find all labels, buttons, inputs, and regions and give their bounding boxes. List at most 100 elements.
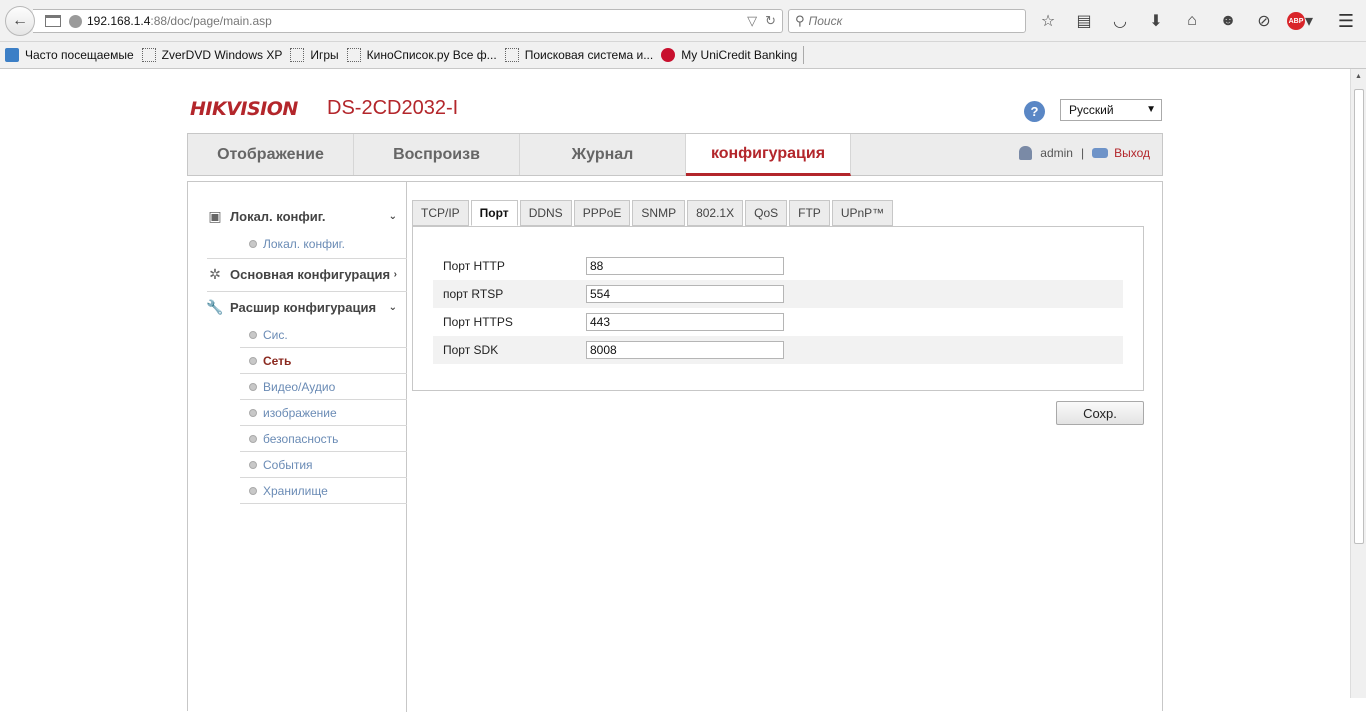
user-area: admin | Выход [1019,146,1150,160]
bookmarks-folder-icon [5,48,19,62]
save-button[interactable]: Сохр. [1056,401,1144,425]
tab-upnp[interactable]: UPnP™ [831,200,894,226]
hamburger-menu-icon[interactable]: ☰ [1334,9,1358,33]
tab-snmp[interactable]: SNMP [632,200,686,226]
tab-playback[interactable]: Воспроизв [354,134,520,175]
network-tabs: TCP/IP Порт DDNS PPPoE SNMP 802.1X QoS F… [412,200,895,226]
rtsp-port-label: порт RTSP [443,287,504,301]
sidebar-group-advanced-config[interactable]: 🔧 Расшир конфигурация ⌄ [206,291,407,323]
web-page: HIKVISION DS-2CD2032-I ? Русский ▼ Отобр… [0,69,1350,712]
bookmark-star-icon[interactable]: ☆ [1035,9,1061,33]
unicredit-icon [661,48,676,62]
page-scrollbar[interactable]: ▲ [1350,69,1366,698]
help-icon[interactable]: ? [1024,101,1045,122]
pocket-icon[interactable]: ◡ [1107,9,1133,33]
url-path: :88/doc/page/main.asp [150,14,272,28]
bookmark-kinospisok[interactable]: КиноСписок.ру Все ф... [346,48,497,62]
search-icon: ⚲ [795,13,805,28]
username: admin [1040,146,1073,160]
tab-qos[interactable]: QoS [745,200,788,226]
sdk-port-label: Порт SDK [443,343,499,357]
tab-ftp[interactable]: FTP [789,200,830,226]
monitor-icon: ▣ [208,207,222,224]
logout-link[interactable]: Выход [1114,146,1150,160]
page-icon [504,48,519,62]
sdk-port-input[interactable] [586,341,784,359]
tab-8021x[interactable]: 802.1X [687,200,744,226]
bookmark-unicredit[interactable]: My UniCredit Banking [661,48,797,62]
bookmarks-list-icon[interactable]: ▤ [1071,9,1097,33]
sidebar-item-network[interactable]: Сеть [240,348,407,374]
sidebar-item-local-config[interactable]: Локал. конфиг. [240,231,407,257]
port-settings-panel: Порт HTTP порт RTSP Порт HTTPS Порт SDK [412,226,1144,391]
back-button[interactable]: ← [5,6,35,36]
url-host: 192.168.1.4 [87,14,151,28]
http-port-input[interactable] [586,257,784,275]
page-icon [346,48,361,62]
home-icon[interactable]: ⌂ [1179,9,1205,33]
tab-tcpip[interactable]: TCP/IP [412,200,469,226]
sidebar-item-image[interactable]: изображение [240,400,407,426]
chevron-down-icon: ⌄ [388,210,397,222]
sidebar-group-local-config[interactable]: ▣ Локал. конфиг. ⌄ [207,200,407,232]
dropdown-history-icon[interactable]: ▽ [747,13,757,29]
bullet-icon [249,434,257,443]
bullet-icon [249,486,257,495]
tab-ddns[interactable]: DDNS [519,200,572,226]
bullet-icon [249,382,257,391]
http-port-label: Порт HTTP [443,259,505,273]
chat-icon[interactable]: ☻ [1215,9,1241,33]
https-port-input[interactable] [586,313,784,331]
sync-icon[interactable]: ⊘ [1251,9,1277,33]
language-select[interactable]: Русский ▼ [1060,99,1162,121]
logout-icon[interactable] [1092,148,1109,158]
sidebar-item-storage[interactable]: Хранилище [240,478,407,504]
tab-configuration[interactable]: конфигурация [686,134,851,176]
bookmark-zverdvd[interactable]: ZverDVD Windows XP [141,48,282,62]
gear-icon: ✲ [209,265,221,282]
sidebar: ▣ Локал. конфиг. ⌄ Локал. конфиг. ✲ Осно… [188,182,407,712]
site-info-icon[interactable] [69,14,82,28]
port-row-http: Порт HTTP [433,252,1123,280]
tab-port[interactable]: Порт [470,200,518,226]
content-area: ▣ Локал. конфиг. ⌄ Локал. конфиг. ✲ Осно… [187,181,1163,712]
bullet-icon [249,240,257,248]
port-row-https: Порт HTTPS [433,308,1123,336]
https-port-label: Порт HTTPS [443,315,513,329]
bullet-icon [249,460,257,469]
search-input[interactable] [808,14,1009,28]
downloads-icon[interactable]: ⬇ [1143,9,1169,33]
tab-log[interactable]: Журнал [520,134,686,175]
history-icon[interactable] [45,15,61,27]
bullet-icon [249,356,257,365]
hikvision-logo: HIKVISION [190,98,298,120]
reload-icon[interactable]: ↻ [765,13,776,29]
sidebar-group-basic-config[interactable]: ✲ Основная конфигурация › [207,258,407,290]
page-icon [290,48,305,62]
chevron-down-icon: ▼ [1146,104,1156,115]
sidebar-item-security[interactable]: безопасность [240,426,407,452]
tab-pppoe[interactable]: PPPoE [573,200,631,226]
sidebar-item-events[interactable]: События [240,452,407,478]
user-icon [1019,146,1033,160]
adblock-icon[interactable]: ABP ▾ [1287,9,1313,33]
chevron-down-icon: ⌄ [388,301,397,313]
bookmark-games[interactable]: Игры [290,48,339,62]
rtsp-port-input[interactable] [586,285,784,303]
bookmarks-bar: Часто посещаемые ZverDVD Windows XP Игры… [0,42,1366,69]
sidebar-item-system[interactable]: Сис. [240,322,407,348]
separator: | [1080,146,1085,160]
bullet-icon [249,330,257,339]
bookmark-most-visited[interactable]: Часто посещаемые [5,48,134,62]
scroll-thumb[interactable] [1354,89,1364,544]
back-arrow-icon: ← [12,12,28,29]
scroll-up-icon[interactable]: ▲ [1355,73,1362,80]
page-icon [141,48,156,62]
url-bar[interactable]: 192.168.1.4:88/doc/page/main.asp ▽ ↻ [33,9,783,33]
sidebar-item-video-audio[interactable]: Видео/Аудио [240,374,407,400]
bookmark-search-system[interactable]: Поисковая система и... [504,48,653,62]
bookmarks-separator [803,46,805,64]
wrench-icon: 🔧 [206,298,224,315]
tab-live-view[interactable]: Отображение [188,134,354,175]
search-bar[interactable]: ⚲ [788,9,1026,33]
